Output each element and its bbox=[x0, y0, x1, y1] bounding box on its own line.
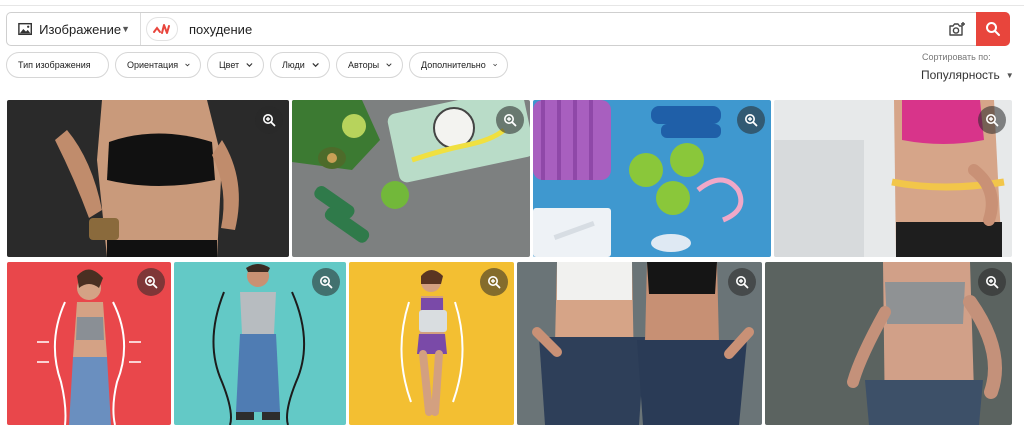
result-image[interactable] bbox=[174, 262, 346, 425]
zoom-button[interactable] bbox=[737, 106, 765, 134]
chevron-down-icon bbox=[246, 63, 253, 67]
zoom-icon bbox=[745, 114, 758, 127]
media-type-dropdown[interactable]: Изображение ▼ bbox=[7, 13, 141, 45]
media-type-label: Изображение bbox=[39, 21, 122, 37]
filter-orientation[interactable]: Ориентация bbox=[115, 52, 201, 78]
sort-value: Популярность bbox=[921, 68, 1000, 82]
chevron-down-icon bbox=[185, 63, 190, 67]
camera-plus-icon bbox=[949, 22, 965, 36]
chevron-down-icon bbox=[312, 62, 319, 68]
result-image[interactable] bbox=[7, 262, 171, 425]
result-image[interactable] bbox=[765, 262, 1012, 425]
woman-black-top-belly-image bbox=[7, 100, 289, 257]
sort-dropdown[interactable]: Популярность ▼ bbox=[921, 68, 1014, 82]
sort-label: Сортировать по: bbox=[922, 52, 991, 62]
filter-image-type[interactable]: Тип изображения bbox=[6, 52, 109, 78]
woman-loose-jeans-gray-bg-image bbox=[765, 262, 1012, 425]
filter-people[interactable]: Люди bbox=[270, 52, 330, 78]
zoom-icon bbox=[504, 114, 517, 127]
zoom-button[interactable] bbox=[978, 268, 1006, 296]
two-women-loose-jeans-image bbox=[517, 262, 762, 425]
result-image[interactable] bbox=[533, 100, 771, 257]
filter-label: Тип изображения bbox=[18, 60, 91, 70]
image-icon bbox=[18, 22, 32, 36]
zoom-icon bbox=[145, 276, 158, 289]
filter-label: Люди bbox=[282, 60, 305, 70]
filter-label: Цвет bbox=[219, 60, 240, 70]
filter-color[interactable]: Цвет bbox=[207, 52, 264, 78]
filter-additional[interactable]: Дополнительно bbox=[409, 52, 508, 78]
result-image[interactable] bbox=[349, 262, 514, 425]
scale-vegetables-dumbbells-image bbox=[292, 100, 530, 257]
filter-bar: Тип изображения Ориентация Цвет Люди Авт… bbox=[6, 52, 508, 78]
apples-dumbbells-blue-mat-image bbox=[533, 100, 771, 257]
filter-label: Ориентация bbox=[127, 60, 179, 70]
caret-down-icon: ▼ bbox=[1005, 70, 1014, 80]
caret-down-icon: ▼ bbox=[121, 24, 130, 34]
filter-label: Авторы bbox=[348, 60, 380, 70]
zoom-button[interactable] bbox=[480, 268, 508, 296]
result-image[interactable] bbox=[517, 262, 762, 425]
filter-authors[interactable]: Авторы bbox=[336, 52, 403, 78]
zoom-icon bbox=[320, 276, 333, 289]
result-image[interactable] bbox=[774, 100, 1012, 257]
zoom-icon bbox=[263, 114, 276, 127]
zoom-button[interactable] bbox=[137, 268, 165, 296]
zoom-icon bbox=[986, 114, 999, 127]
search-button[interactable] bbox=[976, 12, 1010, 46]
zoom-button[interactable] bbox=[312, 268, 340, 296]
filter-label: Дополнительно bbox=[421, 60, 486, 70]
chevron-down-icon bbox=[493, 63, 497, 67]
zoom-icon bbox=[736, 276, 749, 289]
zoom-button[interactable] bbox=[496, 106, 524, 134]
search-input[interactable] bbox=[178, 13, 938, 45]
result-image[interactable] bbox=[7, 100, 289, 257]
zoom-button[interactable] bbox=[255, 106, 283, 134]
search-icon bbox=[986, 22, 1000, 36]
zoom-button[interactable] bbox=[728, 268, 756, 296]
result-image[interactable] bbox=[292, 100, 530, 257]
zoom-button[interactable] bbox=[978, 106, 1006, 134]
zoom-icon bbox=[986, 276, 999, 289]
woman-measuring-waist-image bbox=[774, 100, 1012, 257]
top-divider bbox=[0, 0, 1024, 6]
camera-search-button[interactable] bbox=[938, 13, 976, 45]
brand-logo bbox=[146, 17, 178, 41]
chevron-down-icon bbox=[386, 63, 392, 67]
search-bar: Изображение ▼ bbox=[6, 12, 1010, 46]
brand-mark-icon bbox=[153, 24, 170, 34]
zoom-icon bbox=[488, 276, 501, 289]
